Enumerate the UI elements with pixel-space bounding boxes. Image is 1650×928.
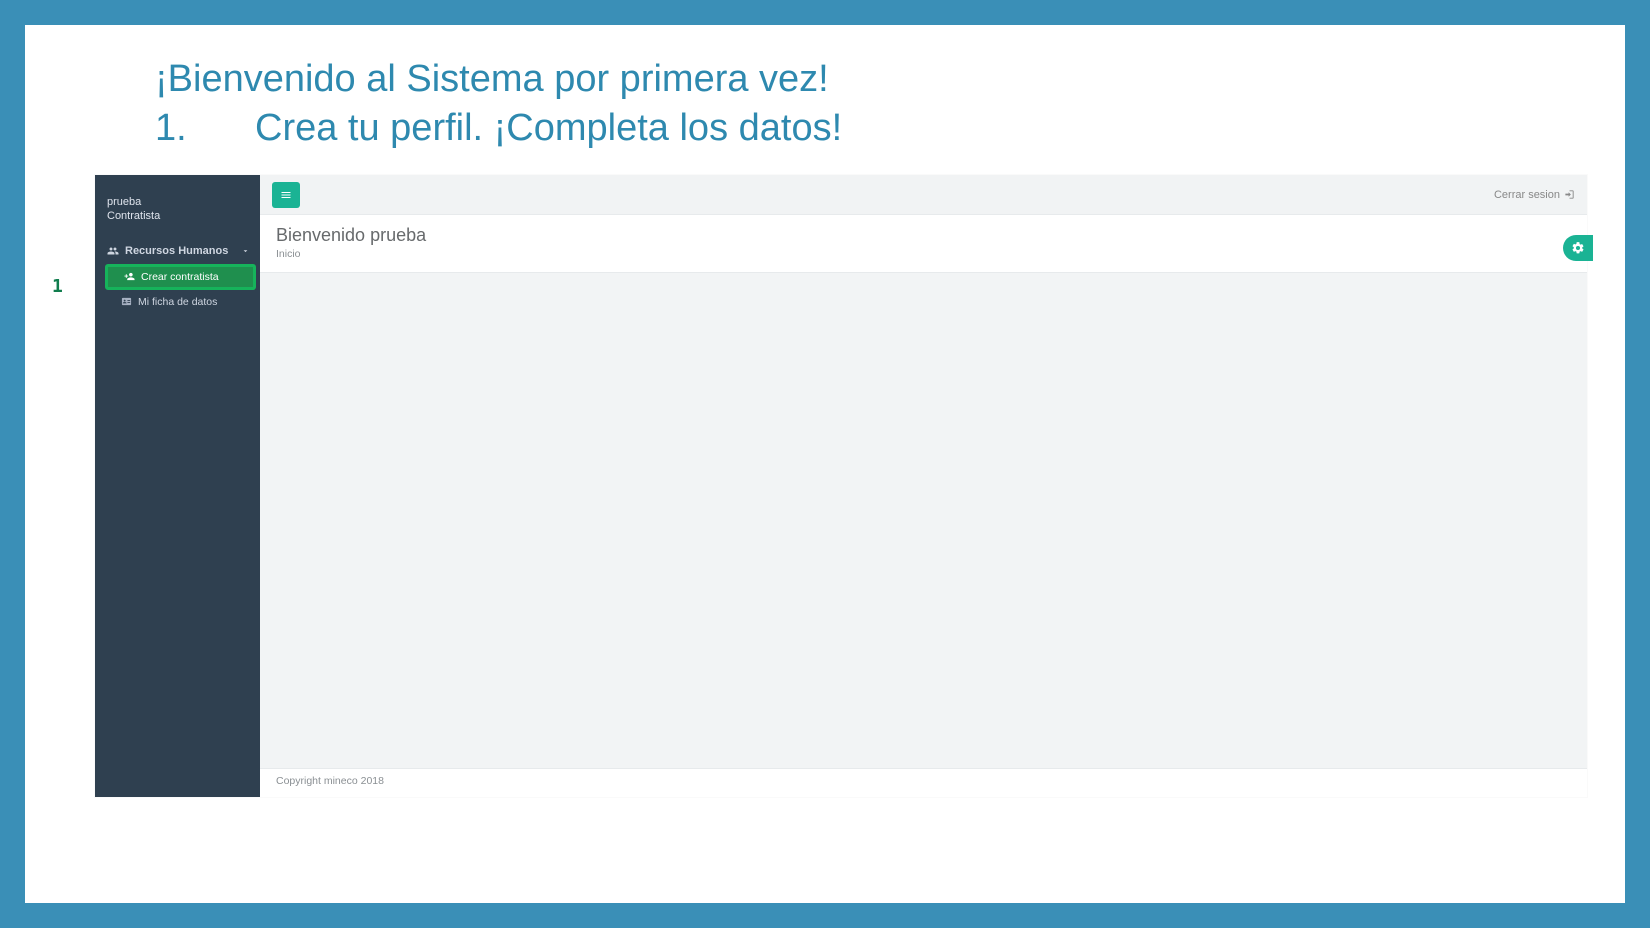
sidebar-user-name: prueba [107,195,248,209]
slide: ¡Bienvenido al Sistema por primera vez! … [25,25,1625,903]
sidebar-item-mi-ficha[interactable]: Mi ficha de datos [101,290,260,314]
logout-icon [1564,189,1575,200]
slide-title-line1: ¡Bienvenido al Sistema por primera vez! [155,58,829,100]
sidebar-user-block: prueba Contratista [95,175,260,238]
sidebar-item-recursos-humanos[interactable]: Recursos Humanos [95,238,260,264]
id-card-icon [121,296,132,307]
footer-copyright: Copyright mineco 2018 [276,775,384,787]
logout-label: Cerrar sesion [1494,189,1560,201]
callout-marker-1: 1 [52,276,63,297]
slide-step-number: 1. [155,104,255,153]
sidebar-item-crear-contratista[interactable]: Crear contratista [105,264,256,290]
slide-step-text: Crea tu perfil. ¡Completa los datos! [255,107,842,149]
footer: Copyright mineco 2018 [260,768,1587,797]
users-icon [107,245,119,257]
gear-icon [1571,241,1585,255]
app-window: prueba Contratista Recursos Humanos Crea… [95,175,1587,797]
logout-link[interactable]: Cerrar sesion [1494,189,1575,201]
main-canvas [260,273,1587,768]
sidebar: prueba Contratista Recursos Humanos Crea… [95,175,260,797]
user-plus-icon [124,271,135,282]
menu-toggle-button[interactable] [272,182,300,208]
topbar: Cerrar sesion [260,175,1587,215]
floating-settings-button[interactable] [1563,235,1593,261]
hamburger-icon [279,189,293,201]
sidebar-user-role: Contratista [107,209,248,223]
slide-heading: ¡Bienvenido al Sistema por primera vez! … [155,55,842,154]
breadcrumb: Inicio [276,248,1571,260]
chevron-down-icon [241,246,250,255]
sidebar-parent-label: Recursos Humanos [125,245,228,257]
page-header: Bienvenido prueba Inicio [260,215,1587,273]
content-area: Cerrar sesion Bienvenido prueba Inicio C… [260,175,1587,797]
page-title: Bienvenido prueba [276,225,1571,246]
sidebar-submenu: Crear contratista Mi ficha de datos [95,264,260,314]
sidebar-item-label: Crear contratista [141,271,219,283]
sidebar-item-label: Mi ficha de datos [138,296,217,308]
